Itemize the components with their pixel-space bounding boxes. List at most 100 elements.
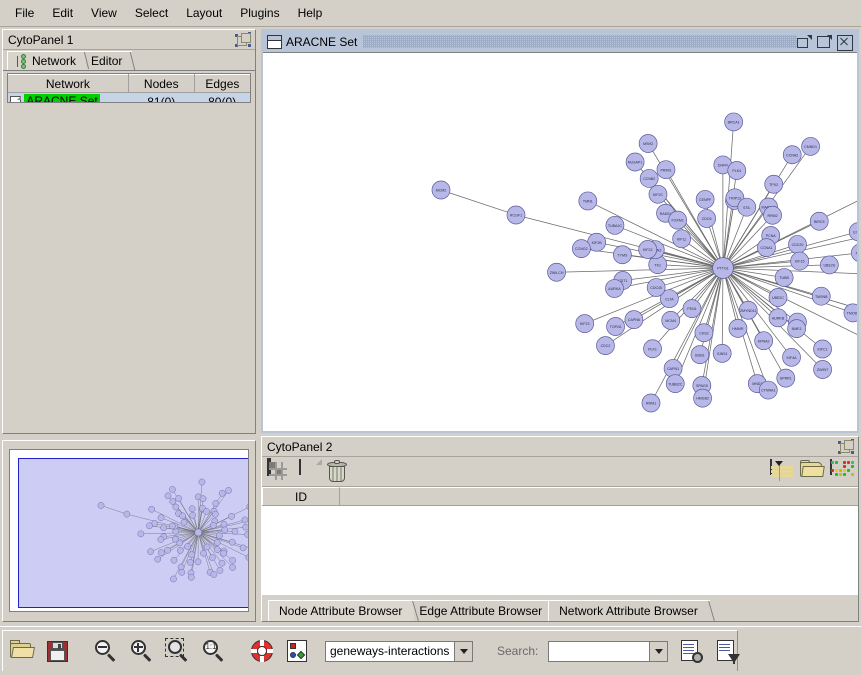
tab-edge-attribute-browser-label: Edge Attribute Browser	[419, 604, 542, 618]
attribute-browser-toolbar	[262, 457, 858, 487]
show-all-button[interactable]	[249, 638, 275, 664]
cytopanel-2-title: CytoPanel 2	[262, 440, 332, 454]
svg-text:PLK1: PLK1	[648, 347, 657, 351]
network-select[interactable]: geneways-interactions	[325, 641, 473, 662]
svg-text:PTTG1: PTTG1	[717, 267, 729, 271]
zoom-in-button[interactable]	[129, 638, 155, 664]
tab-node-attribute-browser[interactable]: Node Attribute Browser	[268, 600, 414, 621]
svg-text:PRIM1: PRIM1	[660, 168, 671, 172]
overview-viewport-rect[interactable]	[18, 458, 249, 608]
tab-network[interactable]: Network	[7, 51, 86, 70]
vizmapper-button[interactable]	[285, 638, 311, 664]
svg-text:KIF11: KIF11	[677, 237, 686, 241]
svg-text:PLK4: PLK4	[732, 169, 741, 173]
cytopanel-1-title: CytoPanel 1	[3, 33, 73, 47]
overview-graph	[19, 459, 249, 608]
svg-text:CMND1: CMND1	[804, 145, 817, 149]
filters-button[interactable]	[714, 638, 740, 664]
new-attribute-button[interactable]	[297, 460, 321, 484]
import-table-button[interactable]	[770, 460, 794, 484]
vizmap-editor-button[interactable]	[678, 638, 704, 664]
tab-network-attribute-browser[interactable]: Network Attribute Browser	[548, 600, 710, 621]
network-name-cell[interactable]: ARACNE Set	[8, 93, 128, 104]
menu-edit[interactable]: Edit	[43, 2, 82, 24]
float-dock-icon[interactable]	[235, 32, 251, 47]
delete-attribute-button[interactable]	[327, 460, 351, 484]
svg-text:CDC6: CDC6	[702, 217, 712, 221]
menu-view[interactable]: View	[82, 2, 126, 24]
svg-text:RRM1: RRM1	[646, 402, 656, 406]
table-row[interactable]: ARACNE Set 81(0) 80(0)	[8, 93, 250, 104]
network-list-table[interactable]: Network Nodes Edges ARACNE Set 81(0) 80(…	[7, 73, 251, 103]
search-label: Search:	[497, 644, 538, 658]
main-toolbar: 1:1 geneways-interactions Search:	[0, 626, 861, 675]
svg-text:TYMS: TYMS	[617, 253, 628, 257]
cytoscape-window: File Edit View Select Layout Plugins Hel…	[0, 0, 861, 675]
svg-text:NUSAP1: NUSAP1	[628, 161, 642, 165]
zoom-selected-button[interactable]	[165, 638, 191, 664]
svg-text:DHFR: DHFR	[718, 164, 728, 168]
table-header-row: Network Nodes Edges	[8, 75, 250, 93]
svg-text:FOXM1: FOXM1	[671, 219, 683, 223]
svg-text:MCM2: MCM2	[436, 189, 447, 193]
column-header-filler	[340, 487, 858, 506]
svg-text:NEK9: NEK9	[856, 251, 857, 255]
network-select-value: geneways-interactions	[326, 644, 454, 658]
window-buttons	[797, 35, 855, 49]
column-header-edges[interactable]: Edges	[194, 75, 250, 93]
close-icon[interactable]	[837, 35, 852, 49]
tab-edge-attribute-browser[interactable]: Edge Attribute Browser	[408, 600, 554, 621]
open-file-button[interactable]	[800, 460, 824, 484]
search-input[interactable]	[548, 641, 668, 662]
svg-text:RCGF1: RCGF1	[510, 214, 522, 218]
titlebar-hatch	[363, 35, 797, 48]
network-canvas[interactable]: TUBBTMSNBTMOD1PTCNUBE2CNEK2KIFC1ZWINTAUR…	[263, 52, 857, 431]
column-header-nodes[interactable]: Nodes	[128, 75, 194, 93]
tab-network-attribute-browser-label: Network Attribute Browser	[559, 604, 698, 618]
svg-text:SPRR1: SPRR1	[780, 377, 792, 381]
cytopanel-2: CytoPanel 2	[261, 436, 859, 622]
svg-text:KIF15: KIF15	[795, 260, 805, 264]
open-session-button[interactable]	[9, 638, 35, 664]
column-header-network[interactable]: Network	[8, 75, 128, 93]
menu-layout[interactable]: Layout	[177, 2, 231, 24]
zoom-actual-size-button[interactable]: 1:1	[201, 638, 227, 664]
svg-text:TMN1: TMN1	[583, 200, 593, 204]
zoom-out-button[interactable]	[93, 638, 119, 664]
svg-text:RRM2: RRM2	[767, 214, 777, 218]
svg-text:RAD51: RAD51	[660, 212, 672, 216]
svg-text:TMOD1: TMOD1	[847, 311, 857, 315]
cytopanel-1-header: CytoPanel 1	[3, 30, 255, 50]
status-strip	[0, 671, 861, 675]
minimize-icon[interactable]	[797, 35, 812, 49]
maximize-icon[interactable]	[817, 35, 832, 49]
document-icon	[10, 96, 21, 103]
menu-plugins[interactable]: Plugins	[231, 2, 288, 24]
svg-text:TUBB: TUBB	[779, 276, 789, 280]
svg-text:CDC20: CDC20	[792, 243, 804, 247]
toolbar-separator	[237, 638, 239, 664]
network-tree-icon	[16, 54, 28, 68]
network-frame-titlebar[interactable]: ARACNE Set	[263, 31, 857, 52]
svg-text:CDC45: CDC45	[650, 286, 662, 290]
overview-canvas[interactable]	[9, 449, 249, 612]
network-edges-cell: 80(0)	[194, 93, 250, 104]
svg-text:CENPF: CENPF	[699, 198, 712, 202]
tab-editor[interactable]: Editor	[82, 51, 132, 70]
float-dock-icon[interactable]	[838, 439, 854, 454]
table-grid-button[interactable]	[267, 460, 291, 484]
svg-text:STIL: STIL	[743, 206, 751, 210]
menu-help[interactable]: Help	[289, 2, 332, 24]
menu-select[interactable]: Select	[126, 2, 177, 24]
chevron-down-icon[interactable]	[454, 642, 472, 661]
microarray-button[interactable]	[830, 460, 854, 484]
svg-text:CAPN6: CAPN6	[628, 318, 640, 322]
svg-text:AURKB: AURKB	[772, 316, 785, 320]
svg-text:MCM4: MCM4	[665, 319, 676, 323]
attribute-table-body[interactable]	[262, 505, 858, 595]
save-session-button[interactable]	[45, 638, 71, 664]
menu-file[interactable]: File	[6, 2, 43, 24]
chevron-down-icon[interactable]	[649, 642, 667, 661]
svg-text:CCNA2: CCNA2	[786, 153, 798, 157]
column-header-id[interactable]: ID	[262, 487, 340, 506]
